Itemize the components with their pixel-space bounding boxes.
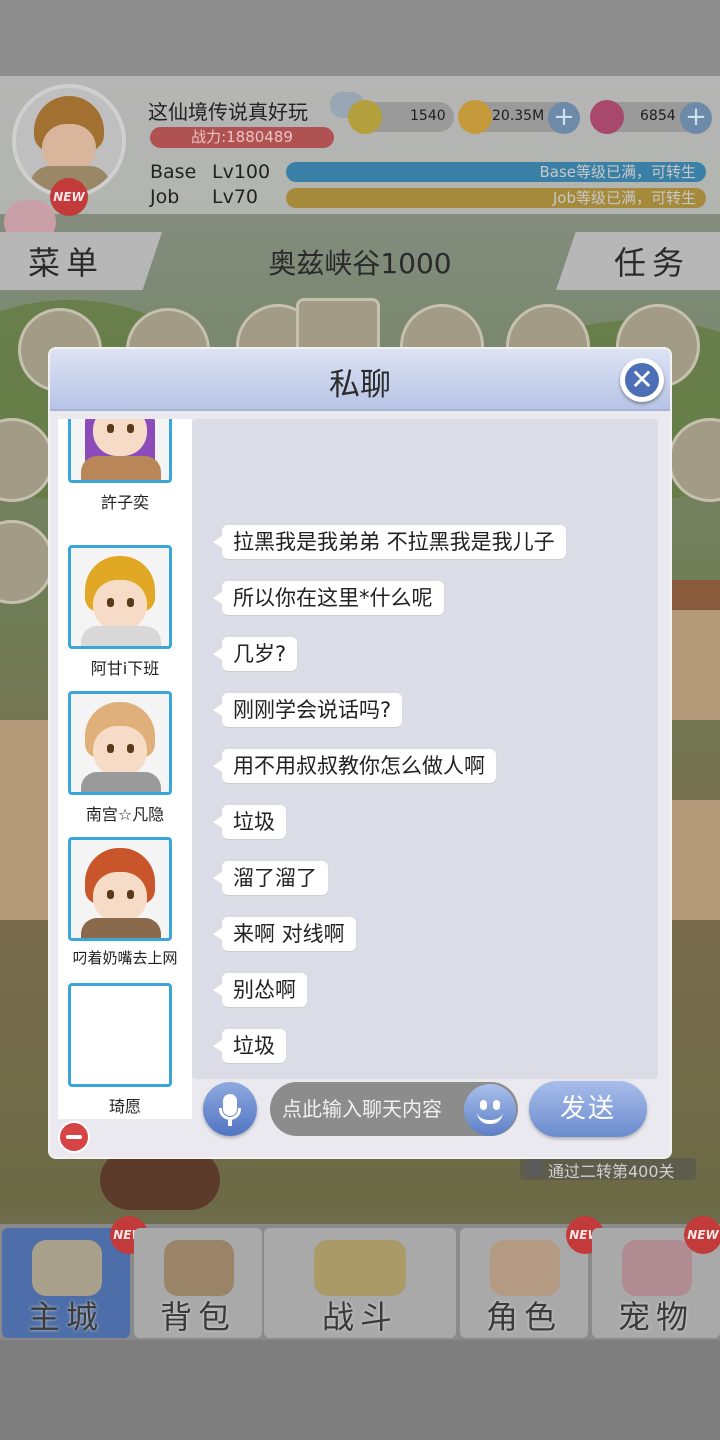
contact-name: 南宫☆凡隐 <box>85 805 165 824</box>
close-x-icon: ✕ <box>625 363 659 397</box>
message-area[interactable]: 拉黑我是我弟弟 不拉黑我是我儿子 所以你在这里*什么呢 几岁? 刚刚学会说话吗?… <box>192 419 658 1079</box>
message-bubble: 来啊 对线啊 <box>213 917 356 951</box>
base-level: Lv100 <box>212 161 271 183</box>
tab-new-badge: NEW <box>684 1216 720 1254</box>
contact-item[interactable]: 叼着奶嘴去上网 <box>58 837 192 983</box>
combat-power: 战力:1880489 <box>150 127 334 148</box>
gem-icon <box>590 100 624 134</box>
close-button[interactable]: ✕ <box>620 358 664 402</box>
tab-pet-label: 宠物 <box>617 1298 694 1336</box>
lock-icon <box>526 1160 542 1176</box>
emoji-button[interactable] <box>464 1084 516 1136</box>
smiley-face-icon <box>480 1100 487 1110</box>
character-icon <box>490 1240 560 1296</box>
contact-name: 許子奕 <box>100 493 149 512</box>
send-button[interactable]: 发送 <box>529 1081 647 1137</box>
dialog-title: 私聊 <box>329 367 391 403</box>
crossed-swords-icon <box>314 1240 406 1296</box>
contact-avatar <box>68 691 172 795</box>
gold-coin-icon <box>458 100 492 134</box>
job-level: Lv70 <box>212 186 259 208</box>
contact-item[interactable]: 許子奕 <box>58 419 192 525</box>
contact-avatar <box>68 837 172 941</box>
zeny-value: 1540 <box>410 108 446 124</box>
contact-list[interactable]: 許子奕 阿甘i下班 南宫☆凡隐 叼着奶嘴去上网 琦愿 <box>58 419 192 1119</box>
contact-avatar <box>68 419 172 483</box>
contact-item[interactable]: 南宫☆凡隐 <box>58 691 192 837</box>
remove-contact-button[interactable] <box>58 1121 90 1153</box>
message-bubble: 垃圾 <box>213 1029 286 1063</box>
contact-avatar-empty <box>68 983 172 1087</box>
gold-value: 20.35M <box>492 108 545 124</box>
tab-battle-label: 战斗 <box>321 1298 398 1336</box>
message-bubble: 刚刚学会说话吗? <box>212 693 403 727</box>
pet-icon <box>622 1240 692 1296</box>
message-bubble: 几岁? <box>212 637 298 671</box>
message-bubble: 溜了溜了 <box>213 861 328 895</box>
castle-icon <box>32 1240 102 1296</box>
add-gold-button[interactable]: + <box>548 102 580 134</box>
job-label: Job <box>150 186 180 208</box>
private-chat-dialog: 私聊 ✕ 許子奕 阿甘i下班 南宫☆凡隐 叼着奶嘴去上网 琦愿 拉黑我是我弟弟 … <box>50 349 670 1157</box>
add-gem-button[interactable]: + <box>680 102 712 134</box>
tab-character-label: 角色 <box>485 1298 562 1336</box>
zeny-coin-icon <box>348 100 382 134</box>
map-name: 奥兹峡谷1000 <box>268 247 452 280</box>
contact-name: 叼着奶嘴去上网 <box>72 949 178 967</box>
job-exp-bar: Job等级已满，可转生 <box>286 188 706 208</box>
footer-area <box>0 1340 720 1440</box>
message-bubble: 拉黑我是我弟弟 不拉黑我是我儿子 <box>213 525 566 559</box>
voice-input-button[interactable] <box>203 1082 257 1136</box>
backpack-icon <box>164 1240 234 1296</box>
avatar-new-badge: NEW <box>50 178 88 216</box>
tab-backpack-label: 背包 <box>159 1298 236 1336</box>
base-exp-bar: Base等级已满，可转生 <box>286 162 706 182</box>
background-notice: 通过二转第400关 <box>548 1162 675 1181</box>
tab-main-city-label: 主城 <box>27 1298 104 1336</box>
task-label: 任务 <box>614 244 691 282</box>
message-bubble: 垃圾 <box>213 805 286 839</box>
contact-avatar <box>68 545 172 649</box>
message-bubble: 所以你在这里*什么呢 <box>213 581 444 615</box>
contact-item[interactable]: 琦愿 <box>58 983 192 1119</box>
contact-name: 琦愿 <box>108 1097 141 1116</box>
message-bubble: 用不用叔叔教你怎么做人啊 <box>213 749 496 783</box>
gem-value: 6854 <box>640 108 676 124</box>
player-name: 这仙境传说真好玩 <box>148 100 308 124</box>
menu-label: 菜单 <box>28 244 105 282</box>
contact-item[interactable]: 阿甘i下班 <box>58 545 192 691</box>
base-label: Base <box>150 161 197 183</box>
message-bubble: 别怂啊 <box>213 973 307 1007</box>
contact-name: 阿甘i下班 <box>90 659 160 678</box>
